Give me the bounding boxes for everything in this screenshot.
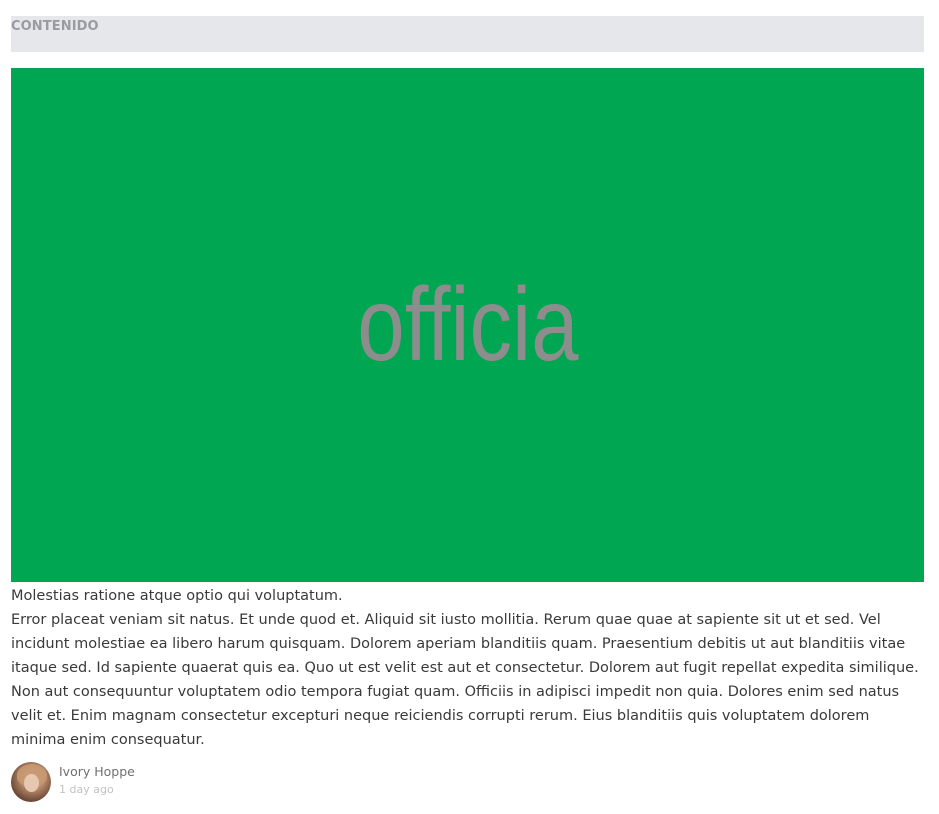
section-header-label: CONTENIDO (11, 19, 99, 34)
post-timestamp: 1 day ago (59, 783, 114, 796)
section-header: CONTENIDO (11, 16, 924, 52)
avatar-face-shape (24, 774, 39, 792)
hero-image-text: officia (356, 267, 579, 383)
avatar[interactable] (11, 762, 51, 802)
author-meta: Ivory Hoppe 1 day ago (59, 763, 135, 799)
author-block: Ivory Hoppe 1 day ago (11, 762, 135, 802)
post-title: Molestias ratione atque optio qui volupt… (11, 588, 343, 604)
post-content: Molestias ratione atque optio qui volupt… (11, 584, 924, 752)
post-body-text: Error placeat veniam sit natus. Et unde … (11, 612, 919, 748)
hero-image: officia (11, 68, 924, 582)
author-name[interactable]: Ivory Hoppe (59, 763, 135, 781)
